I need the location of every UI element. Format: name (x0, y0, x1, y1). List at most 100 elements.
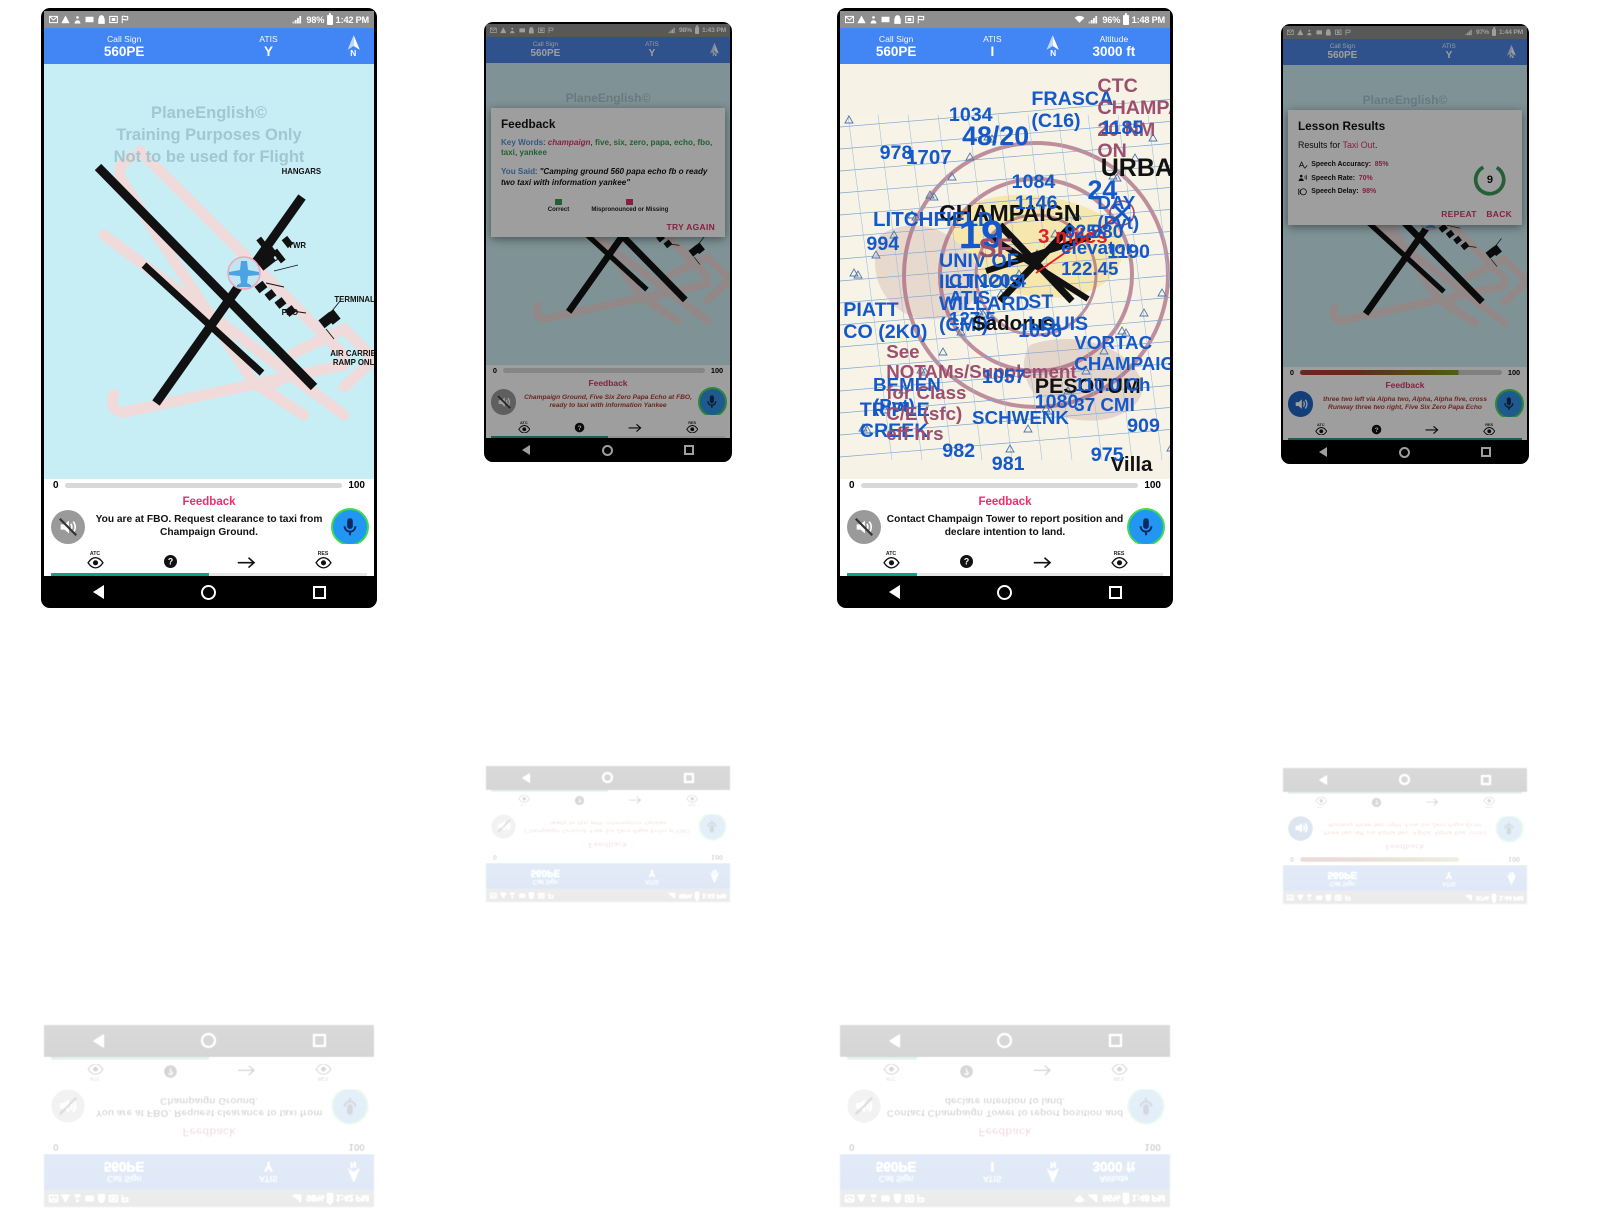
status-right-group: 98% 1:42 PM (292, 14, 369, 25)
android-recents-button[interactable] (684, 445, 694, 455)
score-bar[interactable] (502, 368, 705, 374)
microphone-button[interactable] (699, 389, 725, 415)
person-icon (869, 1194, 878, 1203)
android-back-button[interactable] (92, 585, 104, 599)
back-button[interactable]: BACK (1486, 209, 1512, 219)
android-home-button[interactable] (200, 584, 216, 600)
score-bar[interactable] (860, 483, 1139, 489)
keyword-fbo: fbo (697, 137, 711, 147)
phone-4-reflection: 97%1:44 PMCall Sign560PEATISYNPlaneEngli… (1281, 466, 1529, 906)
arrow-right-icon (628, 795, 642, 804)
yousaid-line: You Said: "Camping ground 560 papa echo … (500, 167, 708, 187)
score-bar[interactable] (64, 483, 343, 489)
microphone-icon (343, 517, 357, 535)
nav-results-button[interactable]: RES (1110, 551, 1128, 569)
nav-atc-button[interactable]: ATC (882, 551, 900, 569)
microphone-button[interactable] (1129, 509, 1163, 544)
speaker-button[interactable] (1288, 391, 1314, 417)
speaker-muted-icon (854, 517, 874, 536)
callsign-field: Call Sign 560PE (52, 1160, 196, 1185)
android-back-button[interactable] (522, 445, 531, 456)
nav-results-button[interactable]: RES (686, 421, 699, 434)
image-icon (881, 16, 890, 23)
status-system-icons (49, 15, 292, 24)
android-home-button[interactable] (996, 584, 1012, 600)
image-icon (881, 1195, 890, 1202)
battery-icon (694, 891, 699, 900)
nav-results-button[interactable]: RES (314, 551, 332, 569)
image-icon (1316, 30, 1323, 35)
mail-icon (49, 15, 58, 24)
phone-2-device: 98%1:43 PMCall Sign560PEATISYNPlaneEngli… (484, 464, 732, 904)
feedback-dialog: Feedback Key Words: champaign, five, six,… (491, 107, 725, 238)
android-recents-button[interactable] (1481, 447, 1491, 457)
nav-help-button[interactable]: ? (959, 548, 974, 569)
watermark-line-1: Training Purposes Only (116, 124, 302, 144)
person-icon (509, 892, 516, 899)
nav-help-button[interactable]: ? (574, 417, 585, 433)
status-system-icons (1286, 29, 1465, 36)
android-home-button[interactable] (601, 444, 613, 456)
android-recents-button[interactable] (312, 585, 326, 599)
speaker-muted-button[interactable] (51, 509, 85, 544)
feedback-panel: Feedback Champaign Ground, Five Six Zero … (486, 375, 730, 439)
nav-results-button: RES (686, 794, 699, 807)
question-icon: ? (574, 795, 585, 806)
lock-icon (894, 15, 901, 24)
score-bar (1299, 857, 1502, 863)
person-icon (1307, 894, 1312, 901)
try-again-button[interactable]: TRY AGAIN (667, 222, 716, 232)
battery-percent-label: 98% (678, 892, 692, 900)
arrow-right-icon (1033, 1064, 1051, 1076)
north-indicator: N (1505, 869, 1518, 886)
lock-icon (98, 1194, 105, 1203)
nav-next-button[interactable] (237, 549, 256, 569)
bottom-nav-row: ATC? RES (1288, 416, 1522, 439)
nav-next-button[interactable] (628, 419, 642, 434)
eye-icon (686, 794, 699, 804)
eye-icon (1110, 1063, 1128, 1076)
nav-next-button (237, 1064, 256, 1084)
nav-help-button[interactable]: ? (1371, 419, 1382, 435)
eye-icon (686, 794, 699, 804)
speaker-muted-button[interactable] (491, 389, 517, 415)
sim-icon (905, 1194, 914, 1203)
microphone-button[interactable] (1496, 391, 1522, 417)
metric-value-1: 70% (1358, 174, 1373, 182)
question-icon: ? (574, 795, 584, 806)
android-back-button[interactable] (1319, 447, 1328, 458)
battery-percent-label: 97% (1475, 28, 1489, 36)
person-icon (870, 16, 877, 24)
eye-icon (1314, 796, 1328, 806)
nav-atc-button[interactable]: ATC (1314, 423, 1328, 436)
nav-atc-button[interactable]: ATC (517, 421, 531, 434)
phone-4-device: 97%1:44 PMCall Sign560PEATISYNPlaneEngli… (1281, 24, 1529, 464)
android-recents-button (684, 773, 694, 783)
lesson-progress-bar (51, 1056, 367, 1060)
flag-icon (121, 1194, 130, 1203)
status-bar: 96% 1:48 PM (840, 11, 1170, 28)
callsign-field-value: 560PE (1327, 868, 1358, 880)
flag-icon (548, 27, 555, 34)
nav-next-button[interactable] (1033, 549, 1052, 569)
android-recents-button[interactable] (1108, 585, 1122, 599)
score-bar[interactable] (1299, 370, 1502, 376)
nav-help-button[interactable]: ? (163, 548, 178, 569)
altitude-field-value: 3000 ft (1092, 43, 1136, 59)
microphone-icon (1139, 1097, 1153, 1115)
nav-next-button[interactable] (1425, 421, 1439, 436)
android-back-button[interactable] (888, 585, 900, 599)
nav-atc-button[interactable]: ATC (86, 551, 104, 569)
android-home-button[interactable] (1398, 446, 1410, 458)
speaker-muted-button[interactable] (847, 509, 881, 544)
android-back-button (1319, 774, 1328, 785)
nav-results-button[interactable]: RES (1483, 423, 1496, 436)
microphone-button[interactable] (333, 509, 367, 544)
image-icon (85, 1194, 94, 1203)
mail-icon (845, 1194, 854, 1203)
battery-percent-label: 96% (1102, 14, 1121, 25)
repeat-button[interactable]: REPEAT (1441, 209, 1477, 219)
sim-icon (1335, 29, 1342, 36)
speaker-button (1288, 815, 1314, 841)
north-label: N (1050, 48, 1057, 59)
